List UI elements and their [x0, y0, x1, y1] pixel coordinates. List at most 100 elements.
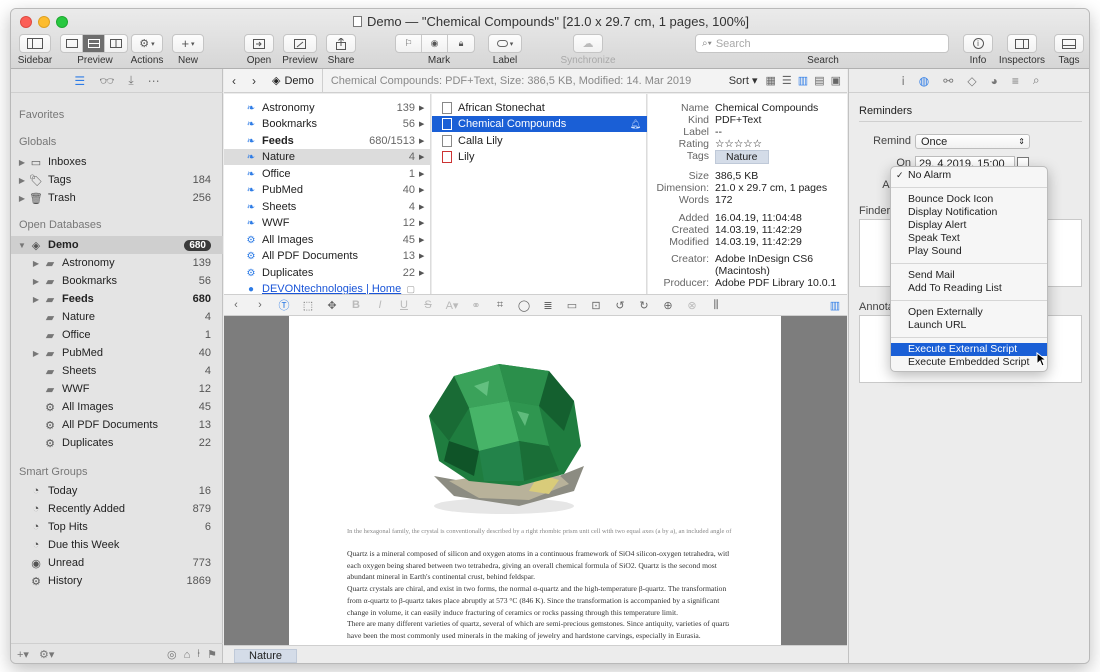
note-icon[interactable]: ▭ — [560, 299, 584, 312]
group-row-astronomy[interactable]: ❧ Astronomy 139 ▶ — [224, 100, 431, 116]
open-button[interactable] — [244, 34, 274, 53]
document-row-lily[interactable]: Lily — [432, 149, 647, 165]
group-row-all-pdf-documents[interactable]: ⚙ All PDF Documents 13 ▶ — [224, 248, 431, 264]
back-arrow-icon[interactable]: ‹ — [224, 299, 248, 311]
tag-icon[interactable]: ⌂ — [184, 649, 191, 661]
disclosure-icon[interactable]: ▶ — [17, 194, 27, 203]
sidebar-item-inboxes[interactable]: ▶ ▭ Inboxes — [11, 153, 223, 171]
shape-icon[interactable]: ◯ — [512, 299, 536, 312]
sidebar-item-nature[interactable]: ▰ Nature 4 — [11, 308, 223, 326]
links-tab-icon[interactable]: ⚯ — [943, 74, 953, 88]
view-mode-segmented[interactable] — [60, 34, 128, 53]
sidebar-item-today[interactable]: ◔ Today 16 — [11, 482, 223, 500]
group-row-all-images[interactable]: ⚙ All Images 45 ▶ — [224, 232, 431, 248]
group-row-duplicates[interactable]: ⚙ Duplicates 22 ▶ — [224, 265, 431, 281]
outline-tab-icon[interactable]: ≡ — [1012, 74, 1019, 88]
info-tab-icon[interactable]: ⅰ — [901, 74, 904, 88]
rotate-right-icon[interactable]: ↻ — [632, 299, 656, 312]
color-tab-icon[interactable]: ◕ — [991, 74, 998, 88]
sidebar-item-unread[interactable]: ◉ Unread 773 — [11, 554, 223, 572]
sidebar-item-duplicates[interactable]: ⚙ Duplicates 22 — [11, 434, 223, 452]
sidebar-item-top-hits[interactable]: ◔ Top Hits 6 — [11, 518, 223, 536]
sidebar-item-history[interactable]: ⚙ History 1869 — [11, 572, 223, 590]
sidebar-item-tags[interactable]: ▶ 🏷︎ Tags 184 — [11, 171, 223, 189]
group-row-pubmed[interactable]: ❧ PubMed 40 ▶ — [224, 182, 431, 198]
document-row-chemical-compounds[interactable]: Chemical Compounds 🔔︎ — [432, 116, 647, 132]
search-field[interactable]: ⌕▾ — [695, 34, 949, 53]
disclosure-icon[interactable]: ▶ — [31, 259, 41, 268]
view-mode-split[interactable] — [83, 35, 105, 52]
forward-arrow-icon[interactable]: › — [244, 74, 264, 88]
info-button[interactable]: i — [963, 34, 993, 53]
split-view-icon[interactable]: ▤ — [814, 74, 824, 87]
document-viewer[interactable]: In the hexagonal family, the crystal is … — [224, 316, 847, 645]
reading-list-icon[interactable]: ⋯ — [148, 74, 160, 88]
back-arrow-icon[interactable]: ‹ — [224, 74, 244, 88]
menu-item-display-alert[interactable]: Display Alert — [891, 219, 1047, 232]
menu-item-launch-url[interactable]: Launch URL — [891, 319, 1047, 332]
tags-button[interactable] — [1054, 34, 1084, 53]
strikethrough-icon[interactable]: S — [416, 299, 440, 311]
forward-arrow-icon[interactable]: › — [248, 299, 272, 311]
menu-item-display-notification[interactable]: Display Notification — [891, 206, 1047, 219]
tags-tab-icon[interactable]: ◇ — [967, 74, 976, 88]
actions-button[interactable]: ⚙ ▾ — [131, 34, 163, 53]
group-row-nature[interactable]: ❧ Nature 4 ▶ — [224, 149, 431, 165]
disclosure-icon[interactable]: ▶ — [31, 349, 41, 358]
group-row-sheets[interactable]: ❧ Sheets 4 ▶ — [224, 199, 431, 215]
sidebar-item-astronomy[interactable]: ▶ ▰ Astronomy 139 — [11, 254, 223, 272]
navigate-icon[interactable]: ☰ — [74, 74, 85, 88]
sidebar-item-feeds[interactable]: ▶ ▰ Feeds 680 — [11, 290, 223, 308]
sort-menu[interactable]: Sort ▾ — [729, 74, 758, 87]
synchronize-button[interactable]: ☁ — [573, 34, 603, 53]
sync-status-icon[interactable]: ◎ — [167, 648, 177, 661]
sidebar-item-pubmed[interactable]: ▶ ▰ PubMed 40 — [11, 344, 223, 362]
menu-item-play-sound[interactable]: Play Sound — [891, 245, 1047, 258]
read-button[interactable]: ◉ — [422, 35, 448, 52]
sidebar-item-bookmarks[interactable]: ▶ ▰ Bookmarks 56 — [11, 272, 223, 290]
rotate-left-icon[interactable]: ↺ — [608, 299, 632, 312]
delete-page-icon[interactable]: ⊗ — [680, 299, 704, 312]
split-icon[interactable]: ⫼ — [704, 299, 728, 312]
icon-view-icon[interactable]: ▦ — [766, 74, 776, 87]
menu-item-no-alarm[interactable]: ✓ No Alarm — [891, 169, 1047, 182]
link-icon[interactable]: ⚭ — [464, 299, 488, 312]
menu-item-execute-embedded-script[interactable]: Execute Embedded Script — [891, 356, 1047, 369]
document-row-african-stonechat[interactable]: African Stonechat — [432, 100, 647, 116]
quick-look-button[interactable] — [283, 34, 317, 53]
highlight-icon[interactable]: ≣ — [536, 299, 560, 312]
move-icon[interactable]: ✥ — [320, 299, 344, 312]
lock-button[interactable]: 🔒︎ — [448, 35, 474, 52]
new-button[interactable]: + ▾ — [172, 34, 204, 53]
italic-icon[interactable]: I — [368, 299, 392, 311]
rect-select-icon[interactable]: ⬚ — [296, 299, 320, 312]
menu-item-execute-external-script[interactable]: Execute External Script — [891, 343, 1047, 356]
group-row-feeds[interactable]: ❧ Feeds 680/1513 ▶ — [224, 133, 431, 149]
sidebar-item-due-this-week[interactable]: ◔ Due this Week — [11, 536, 223, 554]
flag-icon[interactable]: ⚑ — [207, 648, 217, 661]
menu-item-add-to-reading-list[interactable]: Add To Reading List — [891, 282, 1047, 295]
label-button[interactable]: ▾ — [488, 34, 522, 53]
underline-icon[interactable]: U — [392, 299, 416, 311]
sidebar-item-all-pdf-documents[interactable]: ⚙ All PDF Documents 13 — [11, 416, 223, 434]
inspector-toggle-icon[interactable]: ▥ — [823, 299, 847, 312]
disclosure-expanded-icon[interactable]: ▼ — [17, 241, 27, 250]
view-mode-list[interactable] — [61, 35, 83, 52]
mark-segmented[interactable]: ⚐ ◉ 🔒︎ — [395, 34, 475, 53]
column-view-icon[interactable]: ▥ — [798, 74, 808, 87]
import-icon[interactable]: ⤓ — [128, 73, 133, 88]
menu-item-bounce-dock-icon[interactable]: Bounce Dock Icon — [891, 193, 1047, 206]
breadcrumb[interactable]: ◈ Demo — [264, 68, 323, 93]
menu-item-send-mail[interactable]: Send Mail — [891, 269, 1047, 282]
disclosure-icon[interactable]: ▶ — [17, 158, 27, 167]
view-mode-widescreen[interactable] — [105, 35, 127, 52]
annotations-tab-icon[interactable]: ◍ — [919, 74, 929, 88]
group-row-bookmarks[interactable]: ❧ Bookmarks 56 ▶ — [224, 116, 431, 132]
text-color-icon[interactable]: A▾ — [440, 299, 464, 312]
disclosure-icon[interactable]: ▶ — [31, 295, 41, 304]
share-button[interactable] — [326, 34, 356, 53]
sidebar-item-demo-database[interactable]: ▼ ◈ Demo 680 — [11, 236, 223, 254]
tag-chip[interactable]: Nature — [715, 150, 769, 164]
tag-chip[interactable]: Nature — [234, 649, 298, 663]
bold-icon[interactable]: B — [344, 299, 368, 311]
